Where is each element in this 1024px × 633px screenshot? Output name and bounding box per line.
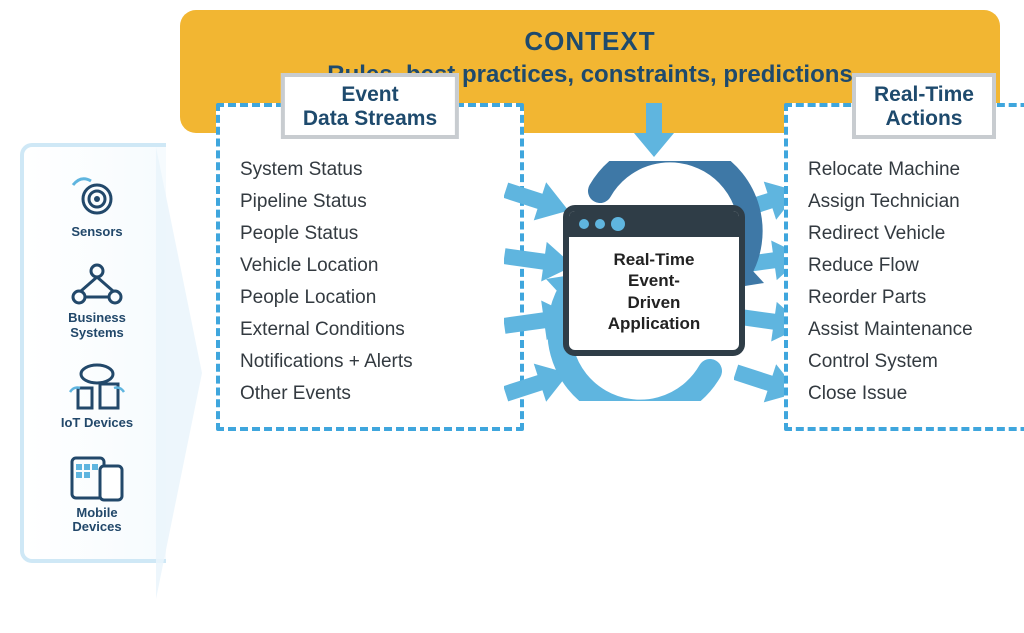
source-label: IoT Devices [32, 416, 162, 430]
window-dot-icon [579, 219, 589, 229]
network-icon [67, 261, 127, 307]
arrow-down-icon [632, 103, 676, 159]
sensor-icon [69, 175, 125, 221]
source-label: Business Systems [32, 311, 162, 340]
sources-column: Sensors Business Systems IoT Devices [20, 143, 166, 563]
source-label: Sensors [32, 225, 162, 239]
mobile-icon [66, 452, 128, 502]
list-item: Pipeline Status [240, 191, 500, 213]
context-title: CONTEXT [200, 26, 980, 57]
center-column: Real-Time Event- Driven Application [534, 103, 774, 356]
list-item: System Status [240, 159, 500, 181]
list-item: People Status [240, 223, 500, 245]
list-item: Close Issue [808, 383, 1024, 405]
list-item: External Conditions [240, 319, 500, 341]
panel-title: Real-Time Actions [852, 73, 996, 139]
list-item: Relocate Machine [808, 159, 1024, 181]
real-time-actions-panel: Real-Time Actions Relocate Machine Assig… [784, 103, 1024, 431]
source-label: Mobile Devices [32, 506, 162, 535]
list-item: Reorder Parts [808, 287, 1024, 309]
list-item: Assist Maintenance [808, 319, 1024, 341]
actions-list: Relocate Machine Assign Technician Redir… [808, 159, 1024, 405]
app-titlebar [569, 211, 739, 237]
panel-title: Event Data Streams [281, 73, 459, 139]
list-item: Notifications + Alerts [240, 351, 500, 373]
source-sensors: Sensors [32, 175, 162, 239]
window-dot-icon [611, 217, 625, 231]
source-mobile-devices: Mobile Devices [32, 452, 162, 535]
event-data-streams-panel: Event Data Streams System Status Pipelin… [216, 103, 524, 431]
list-item: Other Events [240, 383, 500, 405]
event-list: System Status Pipeline Status People Sta… [240, 159, 500, 405]
iot-icon [64, 362, 130, 412]
source-business-systems: Business Systems [32, 261, 162, 340]
list-item: People Location [240, 287, 500, 309]
main-row: Sensors Business Systems IoT Devices [20, 103, 1004, 563]
source-iot-devices: IoT Devices [32, 362, 162, 430]
list-item: Redirect Vehicle [808, 223, 1024, 245]
app-window: Real-Time Event- Driven Application [563, 205, 745, 356]
list-item: Assign Technician [808, 191, 1024, 213]
list-item: Control System [808, 351, 1024, 373]
window-dot-icon [595, 219, 605, 229]
app-label: Real-Time Event- Driven Application [569, 237, 739, 350]
list-item: Reduce Flow [808, 255, 1024, 277]
list-item: Vehicle Location [240, 255, 500, 277]
